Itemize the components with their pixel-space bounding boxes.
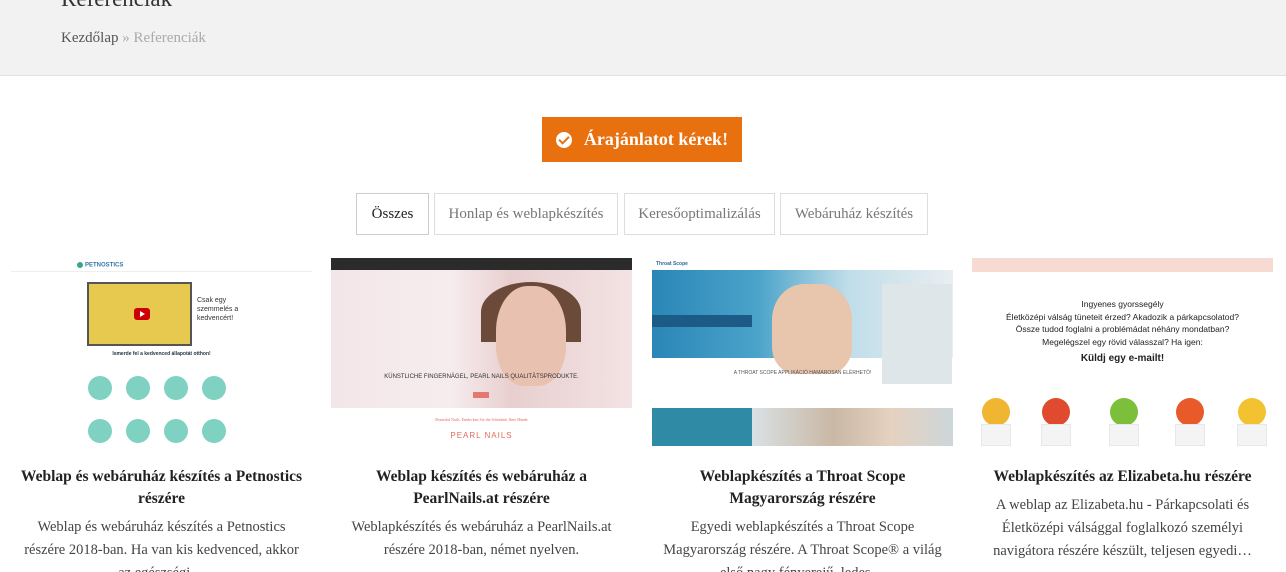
portfolio-card-title[interactable]: Weblapkészítés az Elizabeta.hu részére xyxy=(972,466,1273,488)
page-header: Referenciák Kezdőlap » Referenciák xyxy=(0,0,1286,76)
thumb-text: Ingyenes gyorssegély Életközépi válság t… xyxy=(1006,299,1239,364)
portfolio-thumbnail[interactable]: Throat Scope A THROAT SCOPE APPLIKÁCIÓ H… xyxy=(652,258,953,446)
portfolio-card-title[interactable]: Weblap és webáruház készítés a Petnostic… xyxy=(11,466,312,510)
play-icon xyxy=(134,308,150,320)
throatscope-logo: Throat Scope xyxy=(656,261,688,267)
quote-request-label: Árajánlatot kérek! xyxy=(583,129,729,149)
breadcrumb: Kezdőlap » Referenciák xyxy=(61,30,206,47)
portfolio-card-throatscope[interactable]: Throat Scope A THROAT SCOPE APPLIKÁCIÓ H… xyxy=(652,258,953,572)
pearlnails-brand: PEARL NAILS xyxy=(450,431,513,440)
portfolio-card-elizabeta[interactable]: Ingyenes gyorssegély Életközépi válság t… xyxy=(972,258,1273,563)
portfolio-card-petnostics[interactable]: PETNOSTICS Csak egy szemmelés a kedvencé… xyxy=(11,258,312,572)
portfolio-card-pearlnails[interactable]: KÜNSTLICHE FINGERNÄGEL, PEARL NAILS QUAL… xyxy=(331,258,632,562)
breadcrumb-current: Referenciák xyxy=(133,30,206,46)
filter-all[interactable]: Összes xyxy=(356,193,429,235)
video-frame xyxy=(87,282,192,346)
portfolio-card-title[interactable]: Weblap készítés és webáruház a PearlNail… xyxy=(331,466,632,510)
portfolio-thumbnail[interactable]: PETNOSTICS Csak egy szemmelés a kedvencé… xyxy=(11,258,312,446)
filter-seo[interactable]: Keresőoptimalizálás xyxy=(624,193,775,235)
thumb-tagline: Beautiful Nails. Entdecken Sie die Schön… xyxy=(435,417,528,422)
breadcrumb-home-link[interactable]: Kezdőlap xyxy=(61,30,118,46)
filter-website[interactable]: Honlap és weblapkészítés xyxy=(434,193,618,235)
thumb-mid-text: A THROAT SCOPE APPLIKÁCIÓ HAMAROSAN ELÉR… xyxy=(733,370,872,376)
thumb-section-heading: Ismerde fel a kedvenced állapotát otthon… xyxy=(112,351,211,357)
portfolio-card-description: Egyedi weblapkészítés a Throat Scope Mag… xyxy=(663,519,942,572)
breadcrumb-separator: » xyxy=(122,30,130,46)
page-title: Referenciák xyxy=(61,0,172,12)
feature-icons xyxy=(81,376,251,446)
cactus-row xyxy=(972,388,1273,446)
filter-webshop[interactable]: Webáruház készítés xyxy=(780,193,928,235)
portfolio-card-description: Weblap és webáruház készítés a Petnostic… xyxy=(24,519,299,572)
thumb-slogan: KÜNSTLICHE FINGERNÄGEL, PEARL NAILS QUAL… xyxy=(384,374,579,380)
portfolio-thumbnail[interactable]: Ingyenes gyorssegély Életközépi válság t… xyxy=(972,258,1273,446)
portfolio-filter-bar: Összes Honlap és weblapkészítés Keresőop… xyxy=(0,193,1286,235)
portfolio-thumbnail[interactable]: KÜNSTLICHE FINGERNÄGEL, PEARL NAILS QUAL… xyxy=(331,258,632,446)
quote-request-button[interactable]: Árajánlatot kérek! xyxy=(542,117,742,162)
check-circle-icon xyxy=(555,131,572,148)
portfolio-card-title[interactable]: Weblapkészítés a Throat Scope Magyarorsz… xyxy=(652,466,953,510)
petnostics-logo: PETNOSTICS xyxy=(77,262,123,269)
portfolio-card-description: A weblap az Elizabeta.hu - Párkapcsolati… xyxy=(993,497,1252,559)
thumb-headline: Csak egy szemmelés a kedvencért! xyxy=(197,297,239,322)
portfolio-card-description: Weblapkészítés és webáruház a PearlNails… xyxy=(351,519,612,558)
